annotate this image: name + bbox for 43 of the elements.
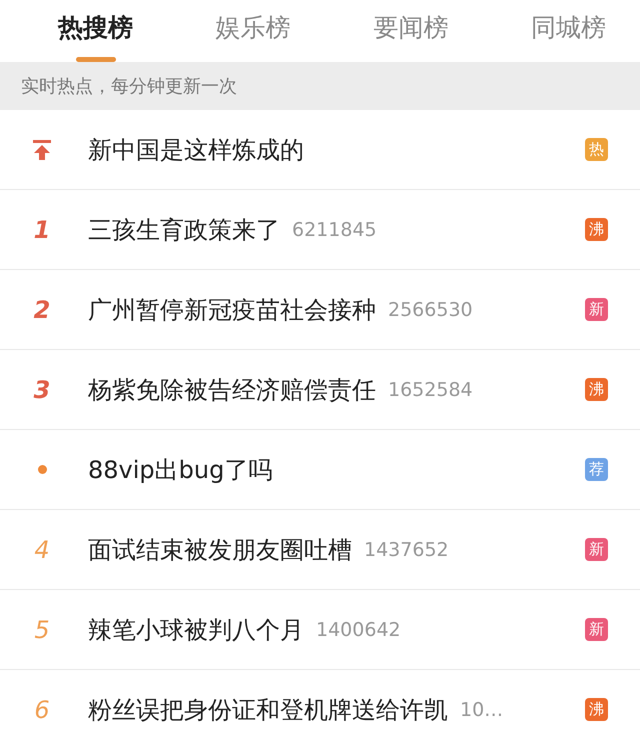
topic-title: 粉丝误把身份证和登机牌送给许凯 [88, 694, 448, 726]
tab[interactable]: 同城榜 [522, 0, 614, 62]
rank-number: 5 [34, 616, 50, 644]
heat-count: 1652584 [388, 378, 473, 400]
topic-title: 面试结束被发朋友圈吐槽 [88, 534, 352, 566]
list-item[interactable]: 4 面试结束被发朋友圈吐槽 1437652 新 [0, 510, 640, 590]
topic-title: 三孩生育政策来了 [88, 214, 280, 246]
rank-number: 4 [34, 536, 50, 564]
tag-badge: 新 [585, 618, 608, 641]
heat-count: 2566530 [388, 298, 473, 320]
list-item[interactable]: 3 杨紫免除被告经济赔偿责任 1652584 沸 [0, 350, 640, 430]
tag-badge: 沸 [585, 378, 608, 401]
topic-title: 新中国是这样炼成的 [88, 134, 304, 166]
heat-count: 1400642 [316, 618, 401, 640]
heat-count: 1437652 [364, 538, 449, 560]
list-item[interactable]: 新中国是这样炼成的 热 [0, 110, 640, 190]
dot-icon [38, 465, 46, 474]
list-item[interactable]: 5 辣笔小球被判八个月 1400642 新 [0, 590, 640, 670]
rank-number: 2 [34, 296, 50, 324]
tag-badge: 热 [585, 138, 608, 161]
topic-title: 88vip出bug了吗 [88, 454, 272, 486]
list-item[interactable]: 2 广州暂停新冠疫苗社会接种 2566530 新 [0, 270, 640, 350]
list-item[interactable]: 1 三孩生育政策来了 6211845 沸 [0, 190, 640, 270]
topic-title: 杨紫免除被告经济赔偿责任 [88, 374, 376, 406]
tag-badge: 新 [585, 298, 608, 321]
heat-count: 6211845 [292, 218, 377, 240]
tab[interactable]: 娱乐榜 [208, 0, 299, 62]
list-item[interactable]: 88vip出bug了吗 荐 [0, 430, 640, 510]
tag-badge: 荐 [585, 458, 608, 481]
topic-title: 广州暂停新冠疫苗社会接种 [88, 294, 376, 326]
heat-count: 10… [460, 698, 504, 720]
tag-badge: 新 [585, 538, 608, 561]
topic-title: 辣笔小球被判八个月 [88, 614, 304, 646]
rank-number: 3 [34, 376, 50, 404]
tab[interactable]: 要闻榜 [365, 0, 456, 62]
rank-number: 1 [34, 216, 50, 244]
tag-badge: 沸 [585, 218, 608, 241]
notice-text: 实时热点，每分钟更新一次 [21, 75, 237, 98]
list-item[interactable]: 6 粉丝误把身份证和登机牌送给许凯 10… 沸 [0, 670, 640, 743]
tab[interactable]: 热搜榜 [50, 0, 141, 62]
tag-badge: 沸 [585, 698, 608, 721]
rank-number: 6 [34, 696, 50, 724]
pin-top-icon [33, 140, 51, 160]
